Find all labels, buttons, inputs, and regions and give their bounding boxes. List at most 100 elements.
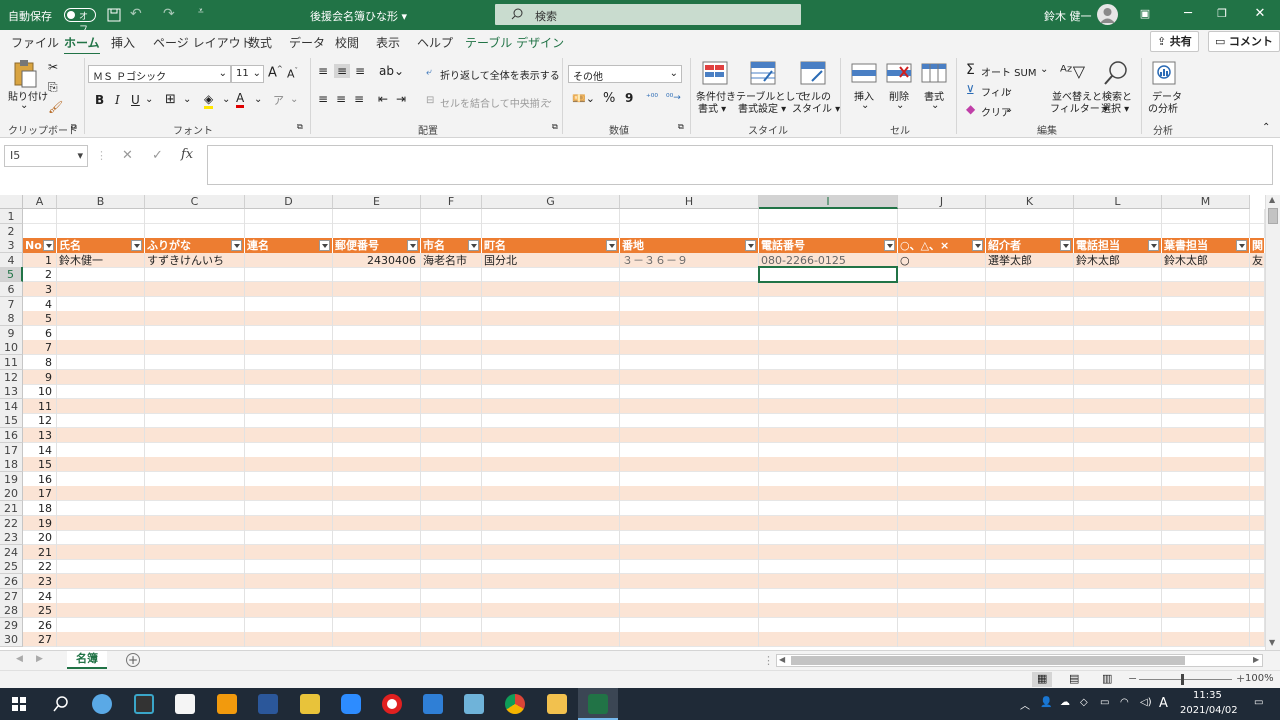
row-header-8[interactable]: 8 xyxy=(0,311,23,326)
row-header-16[interactable]: 16 xyxy=(0,428,23,443)
tray-dropbox-icon[interactable]: ◇ xyxy=(1080,697,1088,708)
row-header-22[interactable]: 22 xyxy=(0,516,23,531)
delete-cells-icon[interactable] xyxy=(886,61,912,85)
grid-cell[interactable] xyxy=(1250,632,1265,647)
grid-cell[interactable] xyxy=(333,326,421,341)
grid-cell[interactable] xyxy=(421,501,482,516)
grid-cell[interactable] xyxy=(57,311,145,326)
grid-cell[interactable] xyxy=(245,413,333,428)
grid-cell[interactable] xyxy=(333,632,421,647)
grid-cell[interactable] xyxy=(421,413,482,428)
grid-cell[interactable] xyxy=(421,209,482,224)
row-header-25[interactable]: 25 xyxy=(0,559,23,574)
grid-cell[interactable] xyxy=(333,472,421,487)
grid-cell[interactable] xyxy=(620,224,759,239)
record-cell-no[interactable]: 27 xyxy=(23,632,57,647)
taskbar-search-icon[interactable] xyxy=(53,696,69,712)
grid-cell[interactable] xyxy=(986,297,1074,312)
record-cell-no[interactable]: 1 xyxy=(23,253,57,268)
record-cell-address[interactable]: ３－３６－９ xyxy=(620,253,759,268)
grid-cell[interactable] xyxy=(898,384,986,399)
grid-cell[interactable] xyxy=(898,311,986,326)
tab-home[interactable]: ホーム xyxy=(64,34,100,56)
grid-cell[interactable] xyxy=(245,589,333,604)
tray-user-icon[interactable]: 👤 xyxy=(1040,697,1052,708)
grid-cell[interactable] xyxy=(57,618,145,633)
grid-cell[interactable] xyxy=(898,370,986,385)
record-cell-no[interactable]: 26 xyxy=(23,618,57,633)
grid-cell[interactable] xyxy=(986,632,1074,647)
grid-cell[interactable] xyxy=(1162,340,1250,355)
grid-cell[interactable] xyxy=(333,297,421,312)
record-cell-renmei[interactable] xyxy=(245,253,333,268)
row-header-2[interactable]: 2 xyxy=(0,224,23,239)
grid-cell[interactable] xyxy=(482,603,620,618)
format-painter-icon[interactable]: 🖌 xyxy=(48,100,63,114)
redo-icon[interactable]: ↷ xyxy=(163,6,175,22)
grid-cell[interactable] xyxy=(1074,559,1162,574)
percent-button[interactable]: % xyxy=(603,91,615,106)
grid-cell[interactable] xyxy=(759,589,898,604)
filter-dropdown-icon[interactable] xyxy=(606,240,617,251)
grid-cell[interactable] xyxy=(145,311,245,326)
grid-cell[interactable] xyxy=(1074,297,1162,312)
grid-cell[interactable] xyxy=(759,603,898,618)
grid-cell[interactable] xyxy=(245,355,333,370)
row-header-28[interactable]: 28 xyxy=(0,603,23,618)
grid-cell[interactable] xyxy=(1074,224,1162,239)
grid-cell[interactable] xyxy=(759,311,898,326)
font-launcher-icon[interactable]: ⧉ xyxy=(297,122,303,132)
grid-cell[interactable] xyxy=(986,355,1074,370)
grid-cell[interactable] xyxy=(1250,370,1265,385)
record-cell-no[interactable]: 9 xyxy=(23,370,57,385)
grid-cell[interactable] xyxy=(245,399,333,414)
grid-cell[interactable] xyxy=(1162,545,1250,560)
grid-cell[interactable] xyxy=(333,559,421,574)
paste-icon[interactable] xyxy=(12,59,40,89)
grid-cell[interactable] xyxy=(245,267,333,282)
sheet-prev-icon[interactable]: ◀ xyxy=(16,654,23,664)
font-shrink-icon[interactable]: Aˇ xyxy=(287,67,298,81)
grid-cell[interactable] xyxy=(482,472,620,487)
align-right-icon[interactable]: ≡ xyxy=(354,92,364,106)
record-cell-no[interactable]: 10 xyxy=(23,384,57,399)
grid-cell[interactable] xyxy=(986,486,1074,501)
grid-cell[interactable] xyxy=(145,516,245,531)
grid-cell[interactable] xyxy=(759,384,898,399)
grid-cell[interactable] xyxy=(57,384,145,399)
grid-cell[interactable] xyxy=(898,428,986,443)
minimize-icon[interactable]: ─ xyxy=(1180,6,1196,22)
grid-cell[interactable] xyxy=(986,472,1074,487)
formula-bar-grip-icon[interactable]: ⋮ xyxy=(96,149,107,162)
tab-insert[interactable]: 挿入 xyxy=(111,34,135,51)
grid-cell[interactable] xyxy=(57,413,145,428)
ribbon-display-icon[interactable]: ▣ xyxy=(1137,6,1153,22)
grid-cell[interactable] xyxy=(482,618,620,633)
font-color-icon[interactable]: A xyxy=(236,91,245,108)
grid-cell[interactable] xyxy=(759,428,898,443)
cancel-icon[interactable]: ✕ xyxy=(122,148,133,163)
grid-cell[interactable] xyxy=(986,384,1074,399)
grid-cell[interactable] xyxy=(333,224,421,239)
grid-cell[interactable] xyxy=(986,457,1074,472)
grid-cell[interactable] xyxy=(333,530,421,545)
grid-cell[interactable] xyxy=(421,545,482,560)
grid-cell[interactable] xyxy=(421,267,482,282)
grid-cell[interactable] xyxy=(245,224,333,239)
grid-cell[interactable] xyxy=(986,282,1074,297)
grid-cell[interactable] xyxy=(145,399,245,414)
grid-cell[interactable] xyxy=(759,370,898,385)
grid-cell[interactable] xyxy=(245,618,333,633)
format-as-table-icon[interactable] xyxy=(750,61,776,85)
grid-cell[interactable] xyxy=(245,370,333,385)
find-select-icon[interactable] xyxy=(1103,60,1129,86)
record-cell-no[interactable]: 8 xyxy=(23,355,57,370)
grid-cell[interactable] xyxy=(1162,267,1250,282)
grid-cell[interactable] xyxy=(986,428,1074,443)
grid-cell[interactable] xyxy=(620,443,759,458)
grid-cell[interactable] xyxy=(482,384,620,399)
grid-cell[interactable] xyxy=(986,267,1074,282)
grid-cell[interactable] xyxy=(1162,224,1250,239)
grid-cell[interactable] xyxy=(482,443,620,458)
sort-filter-label-2[interactable]: フィルター ▾ xyxy=(1050,100,1108,115)
